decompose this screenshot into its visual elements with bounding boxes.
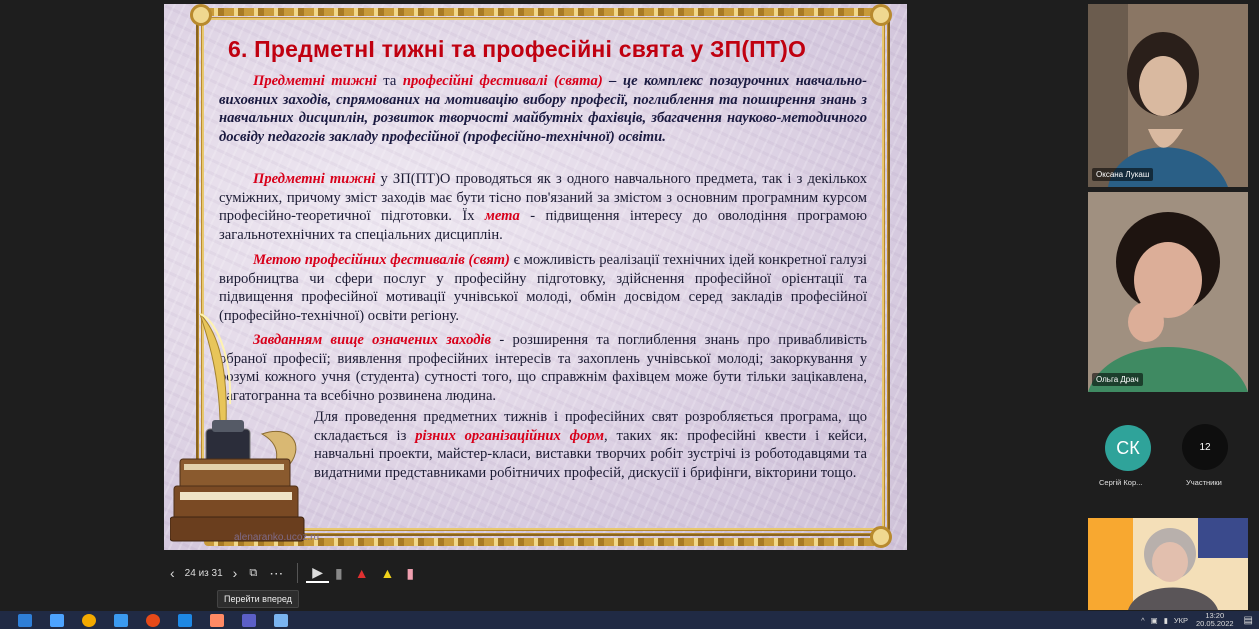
quill-books-illustration [170, 313, 305, 542]
next-slide-tooltip: Перейти вперед [217, 590, 299, 608]
clock[interactable]: 13:20 20.05.2022 [1196, 612, 1234, 628]
mic-icon[interactable]: ▮ [1164, 616, 1168, 625]
frame-corner [870, 526, 892, 548]
files-icon[interactable] [274, 613, 288, 627]
frame-corner [870, 4, 892, 26]
participant-name: Ольга Драч [1092, 373, 1143, 386]
save-icon[interactable] [50, 613, 64, 627]
participant-avatar[interactable]: СК [1105, 425, 1151, 471]
page-indicator: 24 из 31 [184, 567, 223, 579]
term: Предметні тижні [253, 171, 376, 187]
system-tray: ^ ▣ ▮ УКР 13:20 20.05.2022 ▤ [1141, 611, 1253, 629]
toolbar-divider [297, 563, 299, 583]
frame-chain-top [204, 8, 887, 16]
notifications-icon[interactable]: ▤ [1244, 615, 1253, 626]
eraser-icon[interactable]: ▮ [400, 565, 420, 582]
windows-taskbar: ^ ▣ ▮ УКР 13:20 20.05.2022 ▤ [0, 611, 1259, 629]
network-icon[interactable]: ▣ [1151, 616, 1158, 625]
pen-icon[interactable]: ▮ [329, 565, 349, 582]
presentation-slide: 6. ПредметнІ тижні та професійні свята у… [164, 4, 907, 550]
calculator-icon[interactable] [178, 613, 192, 627]
participant-name: Сергій Кор... [1099, 478, 1143, 487]
term: різних організаційних форм [415, 427, 604, 444]
participant-video-tile[interactable]: Ольга Драч [1088, 192, 1248, 392]
paragraph-program: Для проведення предметних тижнів і профе… [314, 409, 867, 481]
participants-label: Участники [1186, 478, 1222, 487]
term: професійні фестивалі (свята) [402, 73, 603, 89]
paragraph-definition: Предметні тижні та професійні фестивалі … [219, 73, 867, 145]
participants-count-button[interactable]: 12 [1182, 424, 1228, 470]
settings-icon[interactable] [210, 613, 224, 627]
pointer-icon[interactable]: ▶ [306, 564, 329, 583]
app-icon[interactable] [82, 613, 96, 627]
term: Предметні тижні [253, 73, 377, 89]
chevron-right-icon[interactable]: › [227, 565, 244, 581]
red-pen-icon[interactable]: ▲ [349, 565, 375, 581]
participant-video [1088, 4, 1248, 187]
screen: 6. ПредметнІ тижні та професійні свята у… [0, 0, 1259, 629]
paragraph-subject-weeks: Предметні тижні у ЗП(ПТ)О проводяться як… [219, 171, 868, 243]
teams-icon[interactable] [242, 613, 256, 627]
participant-video [1088, 192, 1248, 392]
chrome-icon[interactable] [146, 613, 160, 627]
windows-start-icon[interactable] [18, 613, 32, 627]
chevron-left-icon[interactable]: ‹ [164, 565, 181, 581]
self-video-tile[interactable] [1088, 518, 1248, 610]
slide-title: 6. ПредметнІ тижні та професійні свята у… [228, 36, 807, 62]
more-options-icon[interactable]: ⋯ [263, 565, 289, 582]
source-watermark: alenaranko.ucoz.ru [234, 532, 320, 543]
term: мета [484, 208, 520, 225]
presentation-toolbar: ‹ 24 из 31 › ⧉ ⋯ ▶ ▮ ▲ ▲ ▮ [164, 558, 420, 588]
participant-video-tile[interactable]: Оксана Лукаш [1088, 4, 1248, 187]
highlighter-icon[interactable]: ▲ [375, 565, 401, 581]
participant-name: Оксана Лукаш [1092, 168, 1154, 181]
slides-grid-icon[interactable]: ⧉ [243, 567, 263, 580]
self-video [1088, 518, 1248, 610]
frame-corner [190, 4, 212, 26]
language-indicator[interactable]: УКР [1174, 616, 1188, 625]
chevron-up-icon[interactable]: ^ [1141, 616, 1145, 625]
media-player-icon[interactable] [114, 613, 128, 627]
term: Метою професійних фестивалів (свят) [253, 252, 510, 268]
